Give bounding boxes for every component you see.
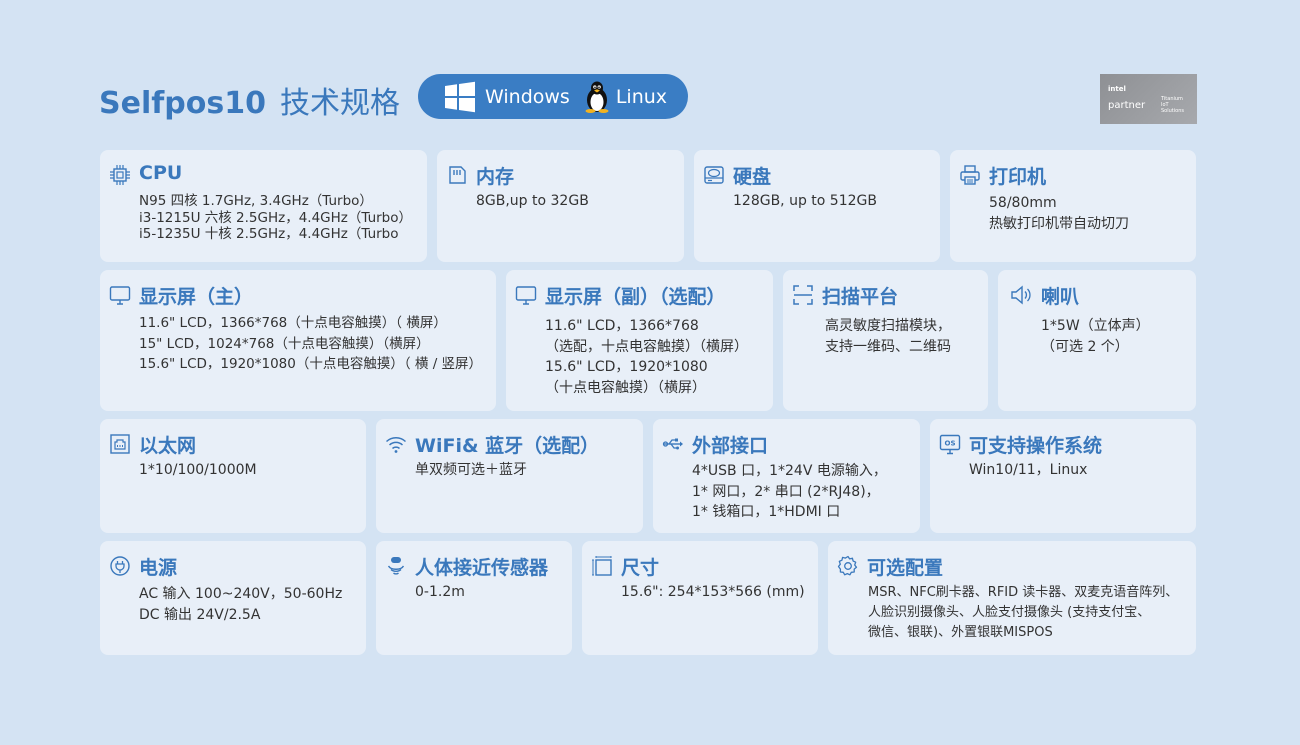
spec-title: 可选配置 [867, 557, 944, 579]
product-name: Selfpos10 [99, 86, 266, 121]
spec-card-scanner: 扫描平台 高灵敏度扫描模块， 支持一维码、二维码 [783, 270, 988, 411]
spec-card-printer: 打印机 58/80mm 热敏打印机带自动切刀 [950, 150, 1196, 262]
spec-title: CPU [139, 162, 183, 184]
spec-title: 显示屏（主） [139, 286, 254, 308]
gear-icon [837, 555, 859, 577]
spec-card-ports: 外部接口 4*USB 口，1*24V 电源输入， 1* 网口，2* 串口 (2*… [653, 419, 920, 533]
spec-card-ethernet: 以太网 1*10/100/1000M [100, 419, 366, 533]
os-monitor-icon: OS [939, 433, 961, 455]
proximity-sensor-icon [385, 555, 407, 577]
intel-partner-logo: intel partner Titanium IoT Solutions [1100, 74, 1197, 124]
spec-body: N95 四核 1.7GHz, 3.4GHz（Turbo） i3-1215U 六核… [139, 193, 412, 242]
power-plug-icon [109, 555, 131, 577]
monitor-icon [109, 284, 131, 306]
spec-card-memory: 内存 8GB,up to 32GB [437, 150, 684, 262]
os-windows-label: Windows [485, 85, 570, 108]
monitor-icon [515, 284, 537, 306]
spec-card-power: 电源 AC 输入 100~240V，50-60Hz DC 输出 24V/2.5A [100, 541, 366, 655]
spec-card-os: OS 可支持操作系统 Win10/11，Linux [930, 419, 1196, 533]
spec-card-cpu: CPU N95 四核 1.7GHz, 3.4GHz（Turbo） i3-1215… [100, 150, 427, 262]
spec-title: 打印机 [989, 166, 1047, 188]
spec-title: 硬盘 [733, 166, 772, 188]
spec-card-disk: 硬盘 128GB, up to 512GB [694, 150, 940, 262]
spec-body: MSR、NFC刷卡器、RFID 读卡器、双麦克语音阵列、 人脸识别摄像头、人脸支… [868, 585, 1179, 640]
partner-tier: Titanium IoT Solutions [1161, 96, 1184, 114]
partner-word: partner [1108, 100, 1146, 111]
spec-body: 11.6" LCD，1366*768 （选配，十点电容触摸）（横屏） 15.6"… [545, 318, 748, 396]
spec-card-options: 可选配置 MSR、NFC刷卡器、RFID 读卡器、双麦克语音阵列、 人脸识别摄像… [828, 541, 1196, 655]
spec-card-display-main: 显示屏（主） 11.6" LCD，1366*768（十点电容触摸）（ 横屏） 1… [100, 270, 496, 411]
spec-body: 15.6": 254*153*566 (mm) [621, 584, 805, 600]
dimension-icon [591, 555, 613, 577]
hard-disk-icon [703, 164, 725, 186]
spec-card-display-sub: 显示屏（副）（选配） 11.6" LCD，1366*768 （选配，十点电容触摸… [506, 270, 773, 411]
spec-title: 电源 [139, 557, 178, 579]
spec-title: 尺寸 [621, 557, 660, 579]
ethernet-port-icon [109, 433, 131, 455]
spec-body: 8GB,up to 32GB [476, 193, 589, 209]
spec-title: 可支持操作系统 [969, 435, 1103, 457]
cpu-chip-icon [109, 164, 131, 186]
spec-body: 0-1.2m [415, 584, 465, 600]
spec-body: 1*10/100/1000M [139, 462, 257, 478]
linux-tux-icon [584, 81, 610, 113]
spec-body: 1*5W（立体声） （可选 2 个） [1041, 318, 1150, 355]
spec-title: WiFi& 蓝牙（选配） [415, 435, 600, 457]
spec-body: AC 输入 100~240V，50-60Hz DC 输出 24V/2.5A [139, 586, 343, 623]
spec-title: 人体接近传感器 [415, 557, 549, 579]
spec-body: 128GB, up to 512GB [733, 193, 877, 209]
windows-logo-icon [444, 81, 476, 113]
printer-icon [959, 164, 981, 186]
spec-card-speaker: 喇叭 1*5W（立体声） （可选 2 个） [998, 270, 1196, 411]
spec-card-size: 尺寸 15.6": 254*153*566 (mm) [582, 541, 818, 655]
spec-body: 11.6" LCD，1366*768（十点电容触摸）（ 横屏） 15" LCD，… [139, 315, 483, 372]
svg-text:OS: OS [945, 440, 956, 448]
page-title: Selfpos10 技术规格 [99, 78, 400, 122]
spec-body: 高灵敏度扫描模块， 支持一维码、二维码 [825, 318, 951, 355]
spec-body: Win10/11，Linux [969, 462, 1088, 478]
partner-brand: intel [1108, 85, 1126, 93]
scan-frame-icon [792, 284, 814, 306]
usb-icon [662, 433, 684, 455]
speaker-icon [1010, 284, 1032, 306]
page-subtitle: 技术规格 [279, 86, 400, 121]
os-linux-label: Linux [615, 85, 668, 108]
spec-title: 显示屏（副）（选配） [545, 286, 726, 308]
spec-body: 58/80mm 热敏打印机带自动切刀 [989, 195, 1129, 232]
spec-title: 以太网 [139, 435, 197, 457]
spec-card-sensor: 人体接近传感器 0-1.2m [376, 541, 572, 655]
wifi-icon [385, 433, 407, 455]
spec-body: 单双频可选＋蓝牙 [415, 462, 527, 478]
spec-card-wifi: WiFi& 蓝牙（选配） 单双频可选＋蓝牙 [376, 419, 643, 533]
spec-title: 外部接口 [692, 435, 769, 457]
spec-body: 4*USB 口，1*24V 电源输入， 1* 网口，2* 串口 (2*RJ48)… [692, 463, 887, 520]
spec-title: 喇叭 [1041, 286, 1080, 308]
spec-title: 扫描平台 [822, 286, 899, 308]
spec-title: 内存 [476, 166, 515, 188]
memory-card-icon [446, 164, 468, 186]
os-support-badge: Windows Linux [418, 74, 688, 119]
